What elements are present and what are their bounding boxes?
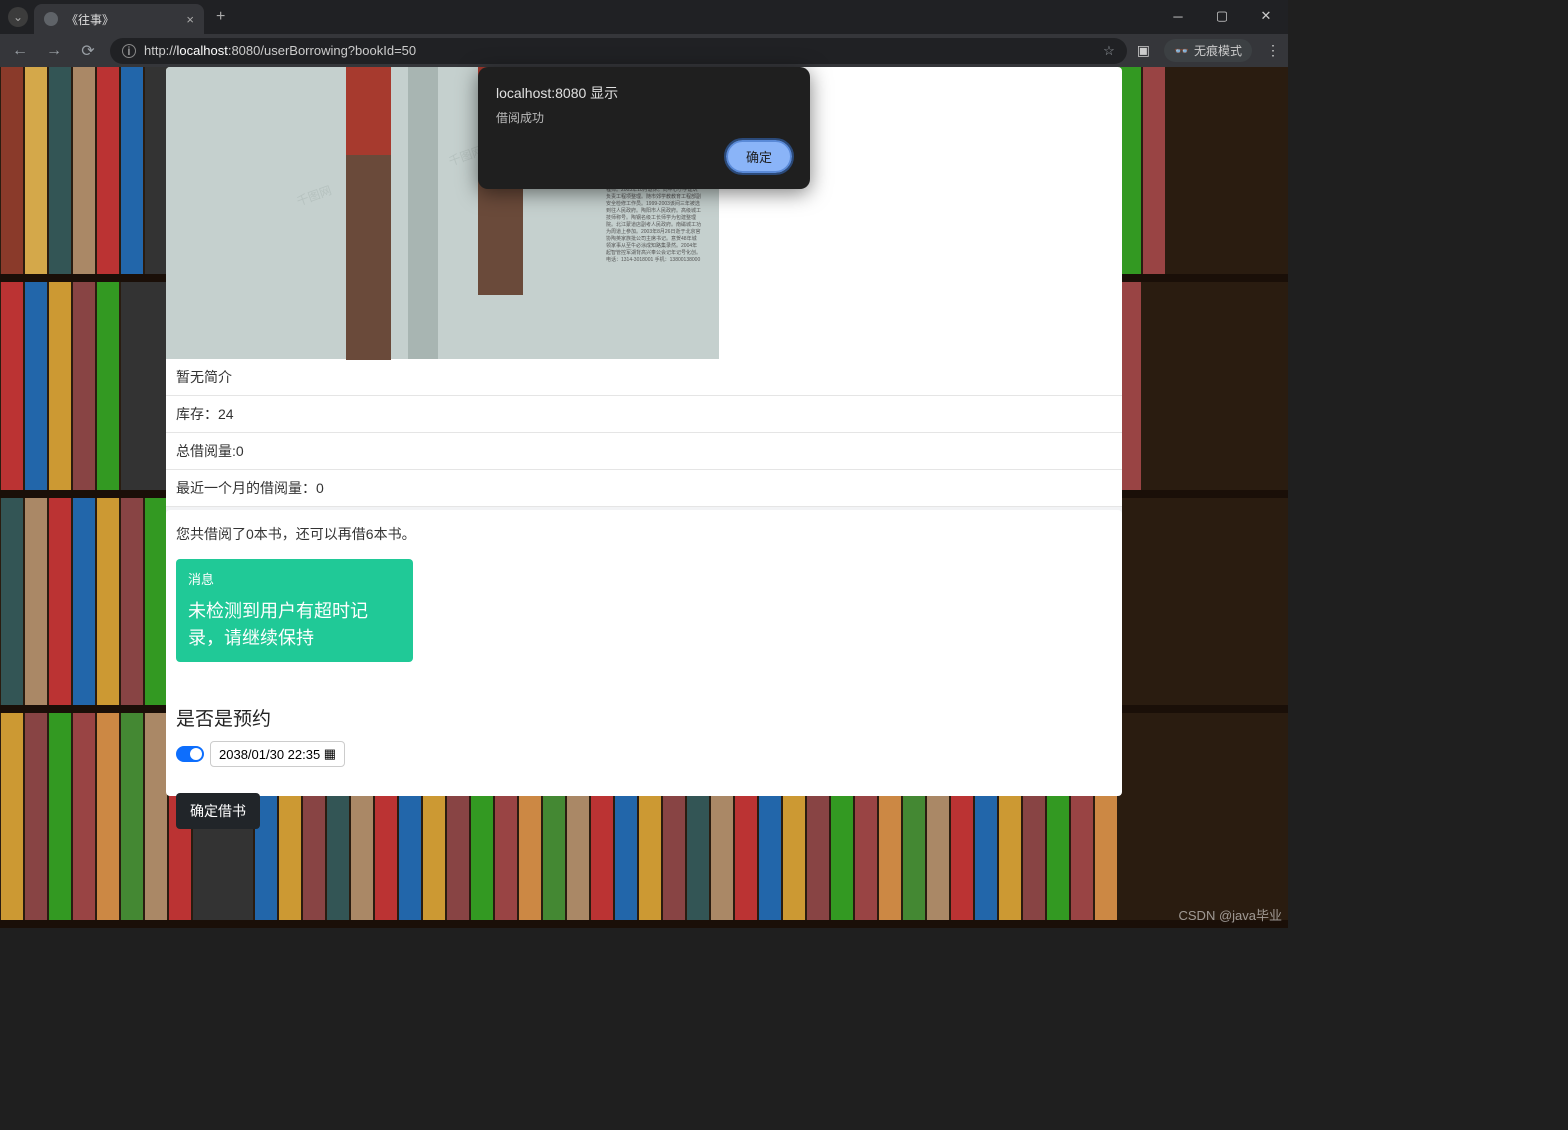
maximize-button[interactable]: ▢: [1200, 0, 1244, 32]
total-borrow-label: 总借阅量:: [176, 443, 236, 459]
reserve-controls: 2038/01/30 22:35 ▦: [176, 741, 1112, 767]
borrow-card: 您共借阅了0本书，还可以再借6本书。 消息 未检测到用户有超时记录，请继续保持 …: [166, 510, 1122, 796]
close-tab-icon[interactable]: ×: [186, 12, 194, 27]
new-tab-button[interactable]: +: [216, 8, 225, 26]
url-prefix: http://: [144, 43, 177, 58]
month-borrow-value: 0: [316, 480, 324, 496]
intro-text: 暂无简介: [176, 369, 232, 385]
url-bar[interactable]: i http://localhost:8080/userBorrowing?bo…: [110, 38, 1127, 64]
site-info-icon[interactable]: i: [122, 44, 136, 58]
favicon-icon: [44, 12, 58, 26]
reserve-section: 是否是预约 2038/01/30 22:35 ▦ 确定借书: [176, 704, 1112, 829]
back-button[interactable]: ←: [8, 42, 32, 60]
alert-dialog: localhost:8080 显示 借阅成功 确定: [478, 67, 810, 189]
incognito-badge[interactable]: 👓 无痕模式: [1164, 39, 1252, 62]
total-borrow-row: 总借阅量:0: [166, 433, 1122, 470]
star-icon[interactable]: ☆: [1103, 43, 1115, 59]
reload-button[interactable]: ⟳: [76, 41, 100, 61]
browser-tab[interactable]: 《往事》 ×: [34, 4, 204, 34]
url-host: localhost: [177, 43, 228, 58]
tabs-dropdown-button[interactable]: ⌄: [8, 7, 28, 27]
calendar-icon[interactable]: ▦: [324, 746, 336, 762]
toolbar-right: ▣ 👓 无痕模式 ⋮: [1137, 39, 1280, 62]
panel-icon[interactable]: ▣: [1137, 42, 1150, 59]
footer-watermark: CSDN @java毕业: [1179, 905, 1283, 924]
stock-label: 库存：: [176, 406, 218, 422]
notice-box: 消息 未检测到用户有超时记录，请继续保持: [176, 559, 413, 662]
minimize-button[interactable]: ─: [1156, 0, 1200, 32]
menu-icon[interactable]: ⋮: [1266, 42, 1280, 59]
forward-button[interactable]: →: [42, 42, 66, 60]
notice-body: 未检测到用户有超时记录，请继续保持: [188, 598, 401, 652]
page-area: 千图网 千图网 1968-1972年在宁公社总部剧团工作员。获道班道意事。197…: [0, 67, 1288, 928]
stock-row: 库存：24: [166, 396, 1122, 433]
month-borrow-row: 最近一个月的借阅量：0: [166, 470, 1122, 507]
datetime-input[interactable]: 2038/01/30 22:35 ▦: [210, 741, 345, 767]
dialog-message: 借阅成功: [496, 109, 792, 126]
intro-row: 暂无简介: [166, 359, 1122, 396]
nav-bar: ← → ⟳ i http://localhost:8080/userBorrow…: [0, 34, 1288, 67]
stock-value: 24: [218, 406, 234, 422]
confirm-borrow-button[interactable]: 确定借书: [176, 793, 260, 829]
window-controls: ─ ▢ ✕: [1156, 0, 1288, 32]
incognito-label: 无痕模式: [1194, 42, 1242, 59]
dialog-title: localhost:8080 显示: [496, 83, 792, 103]
browser-chrome: ⌄ 《往事》 × + ─ ▢ ✕ ← → ⟳ i http://localhos…: [0, 0, 1288, 67]
datetime-value: 2038/01/30 22:35: [219, 747, 320, 762]
borrow-status-text: 您共借阅了0本书，还可以再借6本书。: [176, 524, 1112, 544]
incognito-icon: 👓: [1174, 44, 1189, 58]
reserve-toggle[interactable]: [176, 746, 204, 762]
tab-title: 《往事》: [66, 11, 114, 28]
reserve-title: 是否是预约: [176, 704, 1112, 731]
tab-bar: ⌄ 《往事》 × + ─ ▢ ✕: [0, 0, 1288, 34]
month-borrow-label: 最近一个月的借阅量：: [176, 480, 316, 496]
notice-title: 消息: [188, 569, 401, 588]
url-rest: :8080/userBorrowing?bookId=50: [228, 43, 416, 58]
close-window-button[interactable]: ✕: [1244, 0, 1288, 32]
total-borrow-value: 0: [236, 443, 244, 459]
dialog-ok-button[interactable]: 确定: [726, 140, 792, 173]
